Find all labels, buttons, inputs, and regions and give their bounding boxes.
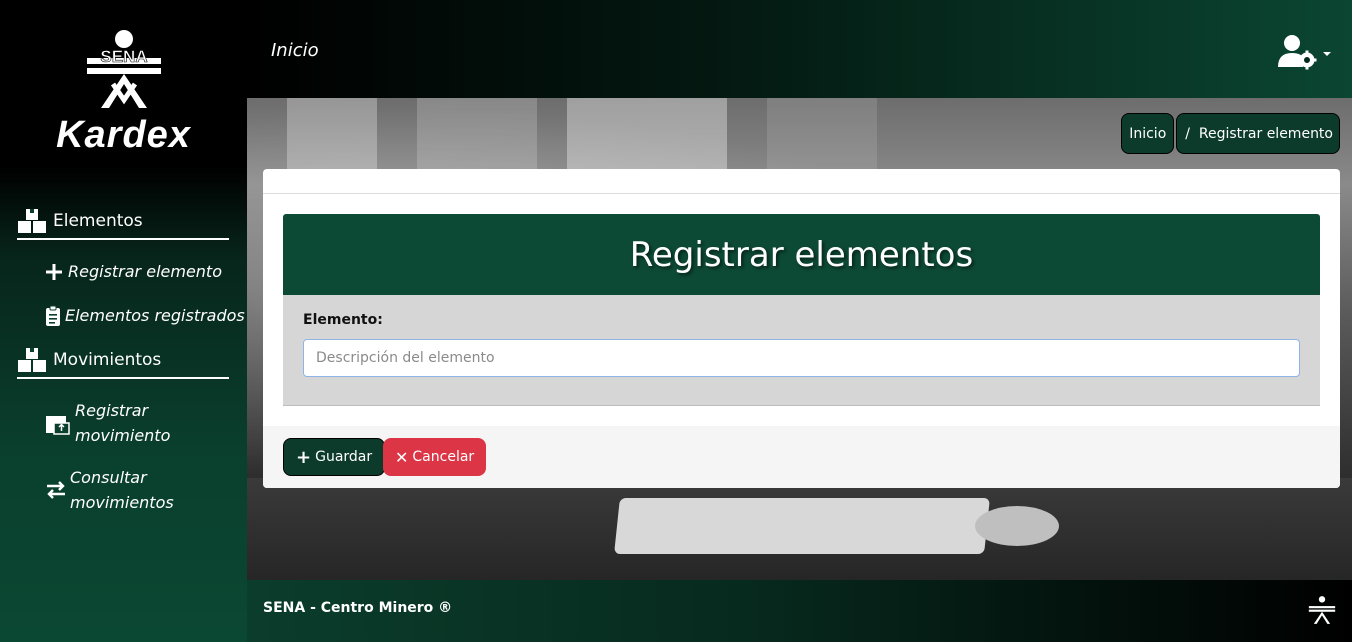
sidebar-item-label: Registrar elemento (68, 262, 222, 281)
sidebar-item-elementos-registrados[interactable]: Elementos registrados (45, 303, 245, 328)
topbar: Inicio (247, 0, 1352, 98)
card-footer: + Guardar ✕ Cancelar (263, 426, 1340, 488)
breadcrumb: Inicio / Registrar elemento (1121, 113, 1340, 154)
card-header (263, 169, 1340, 194)
sena-logo: SENA (86, 30, 161, 108)
save-button[interactable]: + Guardar (283, 438, 386, 476)
sidebar-item-label: Registrar movimiento (75, 401, 171, 445)
form-card: Registrar elementos Elemento: + Guardar … (263, 169, 1340, 488)
element-description-input[interactable] (303, 339, 1300, 377)
sidebar-section-label: Elementos (53, 211, 143, 231)
plus-icon: + (296, 446, 312, 468)
footer: SENA - Centro Minero ® (247, 580, 1352, 642)
logo: SENA Kardex (0, 24, 247, 157)
cancel-button[interactable]: ✕ Cancelar (383, 438, 487, 476)
sidebar: SENA Kardex Elementos Registrar elemento… (0, 0, 247, 642)
plus-icon (46, 263, 62, 280)
user-menu[interactable] (1278, 34, 1332, 70)
sidebar-item-consultar-movimientos[interactable]: Consultar movimientos (45, 465, 180, 515)
brand-title: Kardex (56, 114, 191, 156)
sidebar-item-registrar-elemento[interactable]: Registrar elemento (45, 259, 222, 284)
footer-text: SENA - Centro Minero ® (263, 600, 453, 616)
user-cog-icon (1278, 35, 1317, 70)
sidebar-item-label: Consultar movimientos (70, 468, 174, 512)
breadcrumb-item-inicio[interactable]: Inicio (1121, 113, 1175, 154)
sidebar-item-label: Elementos registrados (65, 306, 245, 325)
sidebar-section-elementos[interactable]: Elementos (17, 208, 229, 240)
breadcrumb-item-current: / Registrar elemento (1176, 113, 1340, 154)
sidebar-section-movimientos[interactable]: Movimientos (17, 347, 229, 379)
sidebar-section-label: Movimientos (53, 350, 162, 370)
boxes-icon (18, 348, 46, 372)
close-icon: ✕ (395, 447, 409, 467)
sena-footer-logo (1308, 596, 1336, 624)
form-title: Registrar elementos (629, 234, 974, 275)
svg-text:SENA: SENA (100, 47, 147, 66)
page-title[interactable]: Inicio (271, 40, 319, 61)
boxes-icon (18, 209, 46, 233)
sidebar-item-registrar-movimiento[interactable]: Registrar movimiento (45, 398, 185, 448)
caret-down-icon (1323, 52, 1331, 56)
cancel-button-label: Cancelar (412, 449, 475, 465)
element-field-label: Elemento: (303, 312, 383, 328)
form-header: Registrar elementos (283, 214, 1320, 295)
save-button-label: Guardar (315, 449, 373, 465)
box-transfer-icon (46, 416, 70, 435)
form-body: Elemento: (283, 295, 1320, 406)
clipboard-icon (46, 305, 60, 326)
exchange-icon (47, 481, 65, 499)
